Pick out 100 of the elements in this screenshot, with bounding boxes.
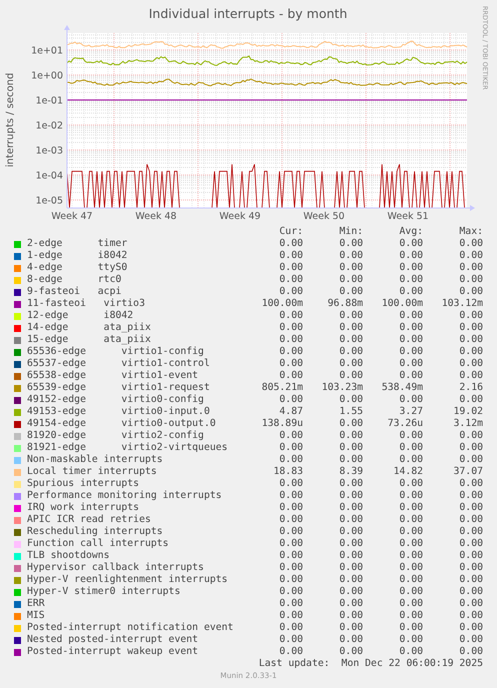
- avg-value: 0.00: [398, 622, 423, 634]
- max-value: 0.00: [458, 574, 483, 586]
- series-name: 65539-edge virtio1-request: [27, 382, 211, 394]
- series-name: 11-fasteoi virtio3: [27, 298, 146, 310]
- series-name: 2-edge timer: [27, 238, 128, 250]
- cur-value: 138.89u: [260, 418, 303, 430]
- max-value: 2.16: [458, 382, 483, 394]
- avg-value: 0.00: [398, 598, 423, 610]
- min-value: 0.00: [338, 454, 363, 466]
- min-value: 103.23m: [320, 382, 363, 394]
- min-value: 0.00: [338, 322, 363, 334]
- avg-value: 0.00: [398, 562, 423, 574]
- max-value: 0.00: [458, 622, 483, 634]
- min-value: 0.00: [338, 274, 363, 286]
- min-value: 0.00: [338, 286, 363, 298]
- min-value: 0.00: [338, 610, 363, 622]
- series-name: Posted-interrupt wakeup event: [27, 646, 200, 658]
- cur-value: 0.00: [278, 574, 303, 586]
- series-name: 14-edge ata_piix: [27, 322, 152, 334]
- cur-value: 0.00: [278, 634, 303, 646]
- cur-value: 0.00: [278, 454, 303, 466]
- max-value: 0.00: [458, 454, 483, 466]
- series-name: Hyper-V stimer0 interrupts: [27, 586, 182, 598]
- min-value: 0.00: [338, 550, 363, 562]
- avg-value: 0.00: [398, 634, 423, 646]
- column-header: Min:: [338, 226, 363, 238]
- series-name: 65537-edge virtio1-control: [27, 358, 211, 370]
- avg-value: 0.00: [398, 538, 423, 550]
- avg-value: 0.00: [398, 370, 423, 382]
- min-value: 0.00: [338, 538, 363, 550]
- series-name: Function call interrupts: [27, 538, 170, 550]
- series-name: 65536-edge virtio1-config: [27, 346, 205, 358]
- avg-value: 0.00: [398, 574, 423, 586]
- cur-value: 0.00: [278, 646, 303, 658]
- max-value: 103.12m: [440, 298, 483, 310]
- min-value: 0.00: [338, 334, 363, 346]
- cur-value: 4.87: [278, 406, 303, 418]
- avg-value: 0.00: [398, 250, 423, 262]
- y-tick-label: 1e-05: [36, 196, 63, 206]
- series-name: 65538-edge virtio1-event: [27, 370, 200, 382]
- max-value: 0.00: [458, 322, 483, 334]
- cur-value: 0.00: [278, 394, 303, 406]
- y-tick-label: 1e-01: [36, 96, 63, 106]
- max-value: 0.00: [458, 394, 483, 406]
- cur-value: 0.00: [278, 322, 303, 334]
- min-value: 0.00: [338, 442, 363, 454]
- series-name: 49153-edge virtio0-input.0: [27, 406, 211, 418]
- max-value: 0.00: [458, 250, 483, 262]
- cur-value: 0.00: [278, 526, 303, 538]
- cur-value: 0.00: [278, 514, 303, 526]
- avg-value: 0.00: [398, 430, 423, 442]
- cur-value: 18.83: [272, 466, 303, 478]
- cur-value: 0.00: [278, 502, 303, 514]
- series-name: 81920-edge virtio2-config: [27, 430, 205, 442]
- avg-value: 73.26u: [386, 418, 423, 430]
- cur-value: 0.00: [278, 262, 303, 274]
- min-value: 0.00: [338, 562, 363, 574]
- column-header: Avg:: [398, 226, 423, 238]
- column-header: Cur:: [278, 226, 303, 238]
- min-value: 0.00: [338, 586, 363, 598]
- series-name: MIS: [27, 610, 46, 622]
- x-tick-label: Week 50: [303, 211, 345, 222]
- avg-value: 538.49m: [380, 382, 423, 394]
- max-value: 0.00: [458, 262, 483, 274]
- min-value: 1.55: [338, 406, 363, 418]
- min-value: 0.00: [338, 514, 363, 526]
- x-tick-label: Week 47: [51, 211, 93, 222]
- y-tick-label: 1e-04: [36, 170, 63, 182]
- y-tick-label: 1e-02: [36, 120, 63, 132]
- max-value: 0.00: [458, 334, 483, 346]
- series-name: 1-edge i8042: [27, 250, 128, 262]
- max-value: 0.00: [458, 598, 483, 610]
- last-update: Last update: Mon Dec 22 06:00:19 2025: [258, 658, 483, 669]
- max-value: 0.00: [458, 502, 483, 514]
- series-name: Local timer interrupts: [27, 466, 158, 478]
- avg-value: 3.27: [398, 406, 423, 418]
- avg-value: 0.00: [398, 586, 423, 598]
- avg-value: 0.00: [398, 442, 423, 454]
- series-name: Rescheduling interrupts: [27, 526, 164, 538]
- series-name: 49154-edge virtio0-output.0: [27, 418, 217, 430]
- cur-value: 0.00: [278, 334, 303, 346]
- max-value: 0.00: [458, 346, 483, 358]
- avg-value: 0.00: [398, 490, 423, 502]
- cur-value: 0.00: [278, 562, 303, 574]
- avg-value: 0.00: [398, 310, 423, 322]
- max-value: 0.00: [458, 478, 483, 490]
- cur-value: 0.00: [278, 250, 303, 262]
- avg-value: 0.00: [398, 454, 423, 466]
- cur-value: 0.00: [278, 358, 303, 370]
- avg-value: 0.00: [398, 358, 423, 370]
- cur-value: 0.00: [278, 430, 303, 442]
- max-value: 37.07: [452, 466, 483, 478]
- max-value: 19.02: [452, 406, 483, 418]
- series-name: 8-edge rtc0: [27, 274, 122, 286]
- min-value: 0.00: [338, 346, 363, 358]
- min-value: 0.00: [338, 430, 363, 442]
- x-tick-label: Week 49: [219, 211, 261, 222]
- cur-value: 0.00: [278, 598, 303, 610]
- series-name: Posted-interrupt notification event: [27, 622, 234, 634]
- avg-value: 0.00: [398, 514, 423, 526]
